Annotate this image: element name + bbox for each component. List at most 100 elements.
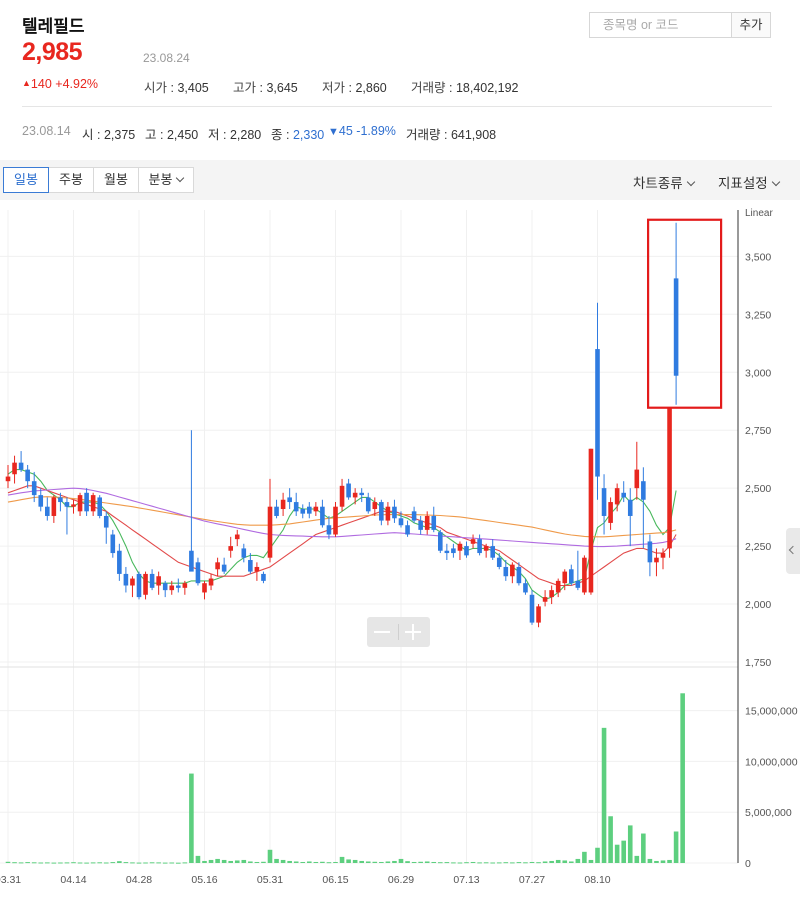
volume-bar [64, 862, 70, 864]
prev-volume-label: 거래량 [406, 128, 441, 142]
candle-body [405, 525, 410, 535]
candle-body [365, 497, 371, 512]
tab-weekly[interactable]: 주봉 [48, 167, 94, 193]
volume-bar [241, 859, 247, 863]
volume-bar [143, 862, 148, 864]
candle-body [536, 606, 541, 623]
volume-tick-label: 10,000,000 [745, 756, 798, 768]
volume-bar [575, 858, 581, 863]
candle-body [241, 548, 247, 558]
volume-bar [45, 862, 50, 864]
open-label: 시가 [144, 81, 168, 95]
change-percent: +4.92% [55, 77, 99, 91]
volume-bar [424, 861, 430, 863]
candle-body [5, 476, 11, 482]
prev-close-label: 종 [271, 128, 283, 142]
candle-body [221, 564, 227, 572]
candle-body [608, 502, 613, 523]
candle-body [71, 504, 76, 507]
candle-body [529, 594, 535, 623]
volume-bar [254, 861, 260, 863]
candle-body [569, 569, 574, 584]
candle-body [641, 481, 646, 500]
highlight-box [646, 218, 723, 409]
candle-body [143, 573, 148, 595]
candle-body [352, 492, 358, 498]
volume-bar [208, 859, 214, 863]
volume-stat: 거래량 : 18,402,192 [411, 81, 519, 95]
indicator-menu[interactable]: 지표설정 [718, 172, 780, 192]
volume-bar [523, 862, 528, 864]
price-tick-label: 2,000 [745, 599, 771, 611]
candle-body [51, 497, 57, 516]
zoom-out-button[interactable] [374, 631, 390, 633]
volume-bar [542, 861, 548, 863]
tab-monthly[interactable]: 월봉 [93, 167, 139, 193]
chart-type-menu[interactable]: 차트종류 [633, 172, 695, 192]
side-panel-toggle[interactable] [786, 528, 800, 574]
low-value: 2,860 [355, 81, 387, 95]
indicator-label: 지표설정 [718, 176, 768, 191]
stock-name: 텔레필드 [22, 17, 85, 36]
candle-body [64, 502, 70, 507]
chart-toolbar: 일봉 주봉 월봉 분봉 차트종류 지표설정 [0, 160, 800, 200]
candle-body [523, 583, 528, 593]
candle-body [12, 462, 17, 475]
volume-bar [300, 861, 306, 863]
volume-bar [359, 860, 364, 863]
candle-body [595, 349, 600, 477]
volume-bar [352, 859, 358, 863]
volume-bar [503, 862, 509, 864]
volume-bar [162, 862, 168, 864]
price-tick-label: 3,500 [745, 251, 771, 263]
add-button[interactable]: 추가 [731, 13, 770, 37]
volume-bar [582, 851, 587, 863]
volume-bar [280, 859, 286, 863]
up-triangle-icon: ▲ [22, 78, 31, 88]
candle-body [280, 499, 286, 510]
candle-body [38, 495, 44, 507]
volume-bar [411, 861, 417, 863]
volume-bar [614, 844, 620, 863]
candle-body [313, 506, 319, 512]
stock-chart[interactable]: Linear 3,500 3,250 3,000 2,750 2,500 2,250 2,00… [0, 200, 800, 901]
volume-bar [627, 825, 633, 863]
candle-body [464, 546, 469, 556]
candle-body [516, 566, 522, 584]
volume-bar [156, 862, 161, 864]
price-tick-label: 2,500 [745, 483, 771, 495]
candle-body [621, 492, 626, 498]
volume-bar [457, 862, 463, 864]
tab-daily[interactable]: 일봉 [3, 167, 49, 193]
candle-body [542, 597, 548, 602]
candle-body [438, 532, 443, 551]
x-tick-label: 05.31 [257, 874, 283, 886]
candle-body [601, 488, 607, 516]
candle-body [582, 557, 587, 593]
x-tick-label: 06.29 [388, 874, 414, 886]
plus-icon [412, 624, 414, 640]
candle-body [274, 506, 279, 516]
candle-body [392, 506, 397, 519]
candle-body [189, 550, 194, 572]
price-tick-label: 2,250 [745, 541, 771, 553]
prev-low: 저 : 2,280 [208, 128, 262, 142]
volume-bar [601, 727, 607, 863]
volume-bar [621, 840, 626, 863]
candle-body [483, 546, 489, 551]
tab-minute[interactable]: 분봉 [138, 167, 194, 193]
candle-body [333, 506, 338, 535]
candle-body [503, 566, 509, 577]
prev-low-value: 2,280 [229, 128, 262, 142]
divider [22, 106, 772, 107]
tab-minute-label: 분봉 [148, 172, 173, 187]
candle-body [372, 502, 378, 510]
volume-bar [385, 861, 391, 863]
prev-change: ▼45 -1.89% [328, 124, 396, 138]
volume-bar [313, 861, 319, 863]
candle-body [182, 583, 188, 588]
volume-bar [110, 862, 116, 864]
volume-bar [176, 862, 181, 864]
zoom-divider [398, 624, 399, 640]
search-input[interactable] [590, 13, 734, 37]
